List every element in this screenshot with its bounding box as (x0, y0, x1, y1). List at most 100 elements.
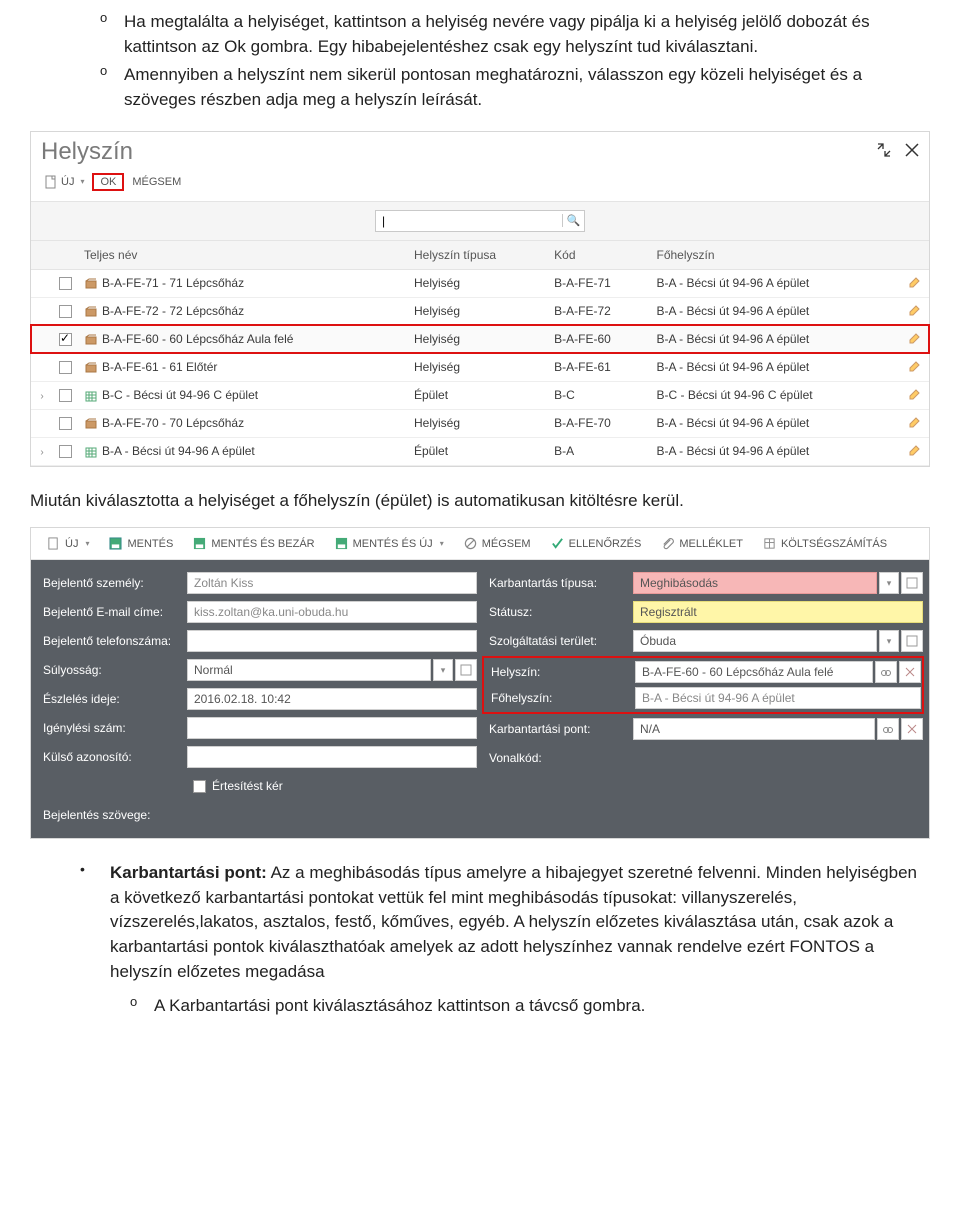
col-code[interactable]: Kód (548, 240, 650, 269)
location-input[interactable]: B-A-FE-60 - 60 Lépcsőház Aula felé (635, 661, 873, 683)
mainlocation-input: B-A - Bécsi út 94-96 A épület (635, 687, 921, 709)
chevron-down-icon: ▾ (80, 177, 84, 186)
row-checkbox[interactable] (59, 361, 72, 374)
save-button[interactable]: MENTÉS (101, 534, 181, 553)
row-checkbox[interactable] (59, 445, 72, 458)
save-close-button[interactable]: MENTÉS ÉS BEZÁR (185, 534, 322, 553)
cancel-button[interactable]: MÉGSEM (124, 173, 189, 191)
dialog-title: Helyszín (41, 138, 133, 166)
external-label: Külső azonosító: (37, 750, 187, 764)
room-icon (84, 278, 98, 290)
table-row[interactable]: B-A-FE-61 - 61 ElőtérHelyiségB-A-FE-61B-… (31, 353, 929, 381)
ok-button[interactable]: OK (92, 173, 124, 191)
check-button[interactable]: ELLENŐRZÉS (543, 534, 650, 553)
notify-checkbox[interactable] (193, 780, 206, 793)
binoculars-icon[interactable] (875, 661, 897, 683)
bullet-text: A Karbantartási pont kiválasztásához kat… (154, 994, 645, 1019)
cancel-button[interactable]: MÉGSEM (456, 534, 539, 553)
severity-input[interactable]: Normál (187, 659, 431, 681)
barcode-label: Vonalkód: (483, 751, 633, 765)
room-icon (84, 306, 98, 318)
table-row[interactable]: B-A-FE-72 - 72 LépcsőházHelyiségB-A-FE-7… (31, 297, 929, 325)
clear-icon[interactable] (899, 661, 921, 683)
dropdown-icon[interactable]: ▾ (433, 659, 453, 681)
edit-icon[interactable] (907, 387, 921, 401)
row-checkbox[interactable] (59, 277, 72, 290)
edit-icon[interactable] (907, 303, 921, 317)
ok-label: OK (100, 176, 116, 188)
tb-label: KÖLTSÉGSZÁMÍTÁS (781, 538, 887, 550)
email-label: Bejelentő E-mail címe: (37, 605, 187, 619)
cancel-label: MÉGSEM (132, 176, 181, 188)
detect-input[interactable]: 2016.02.18. 10:42 (187, 688, 477, 710)
expand-icon[interactable]: › (37, 447, 47, 458)
detect-label: Észlelés ideje: (37, 692, 187, 706)
col-name[interactable]: Teljes név (78, 240, 408, 269)
row-checkbox[interactable] (59, 417, 72, 430)
table-row[interactable]: ›B-A - Bécsi út 94-96 A épületÉpületB-AB… (31, 437, 929, 465)
edit-icon[interactable] (907, 415, 921, 429)
edit-icon[interactable] (907, 443, 921, 457)
building-icon (84, 390, 98, 402)
new-button[interactable]: ÚJ ▾ (39, 534, 97, 553)
table-row[interactable]: B-A-FE-71 - 71 LépcsőházHelyiségB-A-FE-7… (31, 269, 929, 297)
mainlocation-label: Főhelyszín: (485, 691, 635, 705)
location-label: Helyszín: (485, 665, 635, 679)
edit-icon[interactable] (907, 331, 921, 345)
status-input[interactable]: Regisztrált (633, 601, 923, 623)
cost-button[interactable]: KÖLTSÉGSZÁMÍTÁS (755, 534, 895, 553)
request-label: Igénylési szám: (37, 721, 187, 735)
point-input[interactable]: N/A (633, 718, 875, 740)
lookup-icon[interactable] (901, 572, 923, 594)
save-new-button[interactable]: MENTÉS ÉS ÚJ ▾ (327, 534, 452, 553)
lookup-icon[interactable] (901, 630, 923, 652)
table-row[interactable]: ›B-C - Bécsi út 94-96 C épületÉpületB-CB… (31, 381, 929, 409)
email-input[interactable]: kiss.zoltan@ka.uni-obuda.hu (187, 601, 477, 623)
edit-icon[interactable] (907, 275, 921, 289)
bold-label: Karbantartási pont: (110, 863, 267, 882)
person-input[interactable]: Zoltán Kiss (187, 572, 477, 594)
edit-icon[interactable] (907, 359, 921, 373)
search-field[interactable]: 🔍 (375, 210, 585, 232)
new-label: ÚJ (61, 176, 74, 188)
row-checkbox[interactable] (59, 389, 72, 402)
bullet-item: o Amennyiben a helyszínt nem sikerül pon… (100, 63, 930, 112)
paragraph: Miután kiválasztotta a helyiséget a főhe… (30, 489, 930, 514)
col-type[interactable]: Helyszín típusa (408, 240, 548, 269)
new-button[interactable]: ÚJ ▾ (37, 172, 92, 192)
bullet-marker: o (100, 10, 124, 59)
attachment-button[interactable]: MELLÉKLET (653, 534, 751, 553)
notify-label: Értesítést kér (212, 779, 283, 793)
type-input[interactable]: Meghibásodás (633, 572, 877, 594)
bullet-text: Amennyiben a helyszínt nem sikerül ponto… (124, 63, 930, 112)
dropdown-icon[interactable]: ▾ (879, 572, 899, 594)
binoculars-icon[interactable] (877, 718, 899, 740)
room-icon (84, 362, 98, 374)
bullet-text: Ha megtalálta a helyiséget, kattintson a… (124, 10, 930, 59)
external-input[interactable] (187, 746, 477, 768)
dropdown-icon[interactable]: ▾ (879, 630, 899, 652)
area-label: Szolgáltatási terület: (483, 634, 633, 648)
search-icon[interactable]: 🔍 (562, 214, 584, 227)
chevron-down-icon: ▾ (85, 539, 89, 548)
table-row[interactable]: B-A-FE-70 - 70 LépcsőházHelyiségB-A-FE-7… (31, 409, 929, 437)
lookup-icon[interactable] (455, 659, 477, 681)
paragraph: Karbantartási pont: Az a meghibásodás tí… (110, 861, 930, 984)
expand-icon[interactable] (877, 143, 891, 160)
point-label: Karbantartási pont: (483, 722, 633, 736)
request-input[interactable] (187, 717, 477, 739)
type-label: Karbantartás típusa: (483, 576, 633, 590)
row-checkbox[interactable] (59, 333, 72, 346)
row-checkbox[interactable] (59, 305, 72, 318)
expand-icon[interactable]: › (37, 391, 47, 402)
search-input[interactable] (376, 211, 562, 231)
table-row[interactable]: B-A-FE-60 - 60 Lépcsőház Aula feléHelyis… (31, 325, 929, 353)
close-icon[interactable] (905, 143, 919, 160)
phone-input[interactable] (187, 630, 477, 652)
clear-icon[interactable] (901, 718, 923, 740)
col-main[interactable]: Főhelyszín (651, 240, 902, 269)
message-label: Bejelentés szövege: (37, 800, 477, 822)
tb-label: MÉGSEM (482, 538, 531, 550)
area-input[interactable]: Óbuda (633, 630, 877, 652)
room-icon (84, 418, 98, 430)
